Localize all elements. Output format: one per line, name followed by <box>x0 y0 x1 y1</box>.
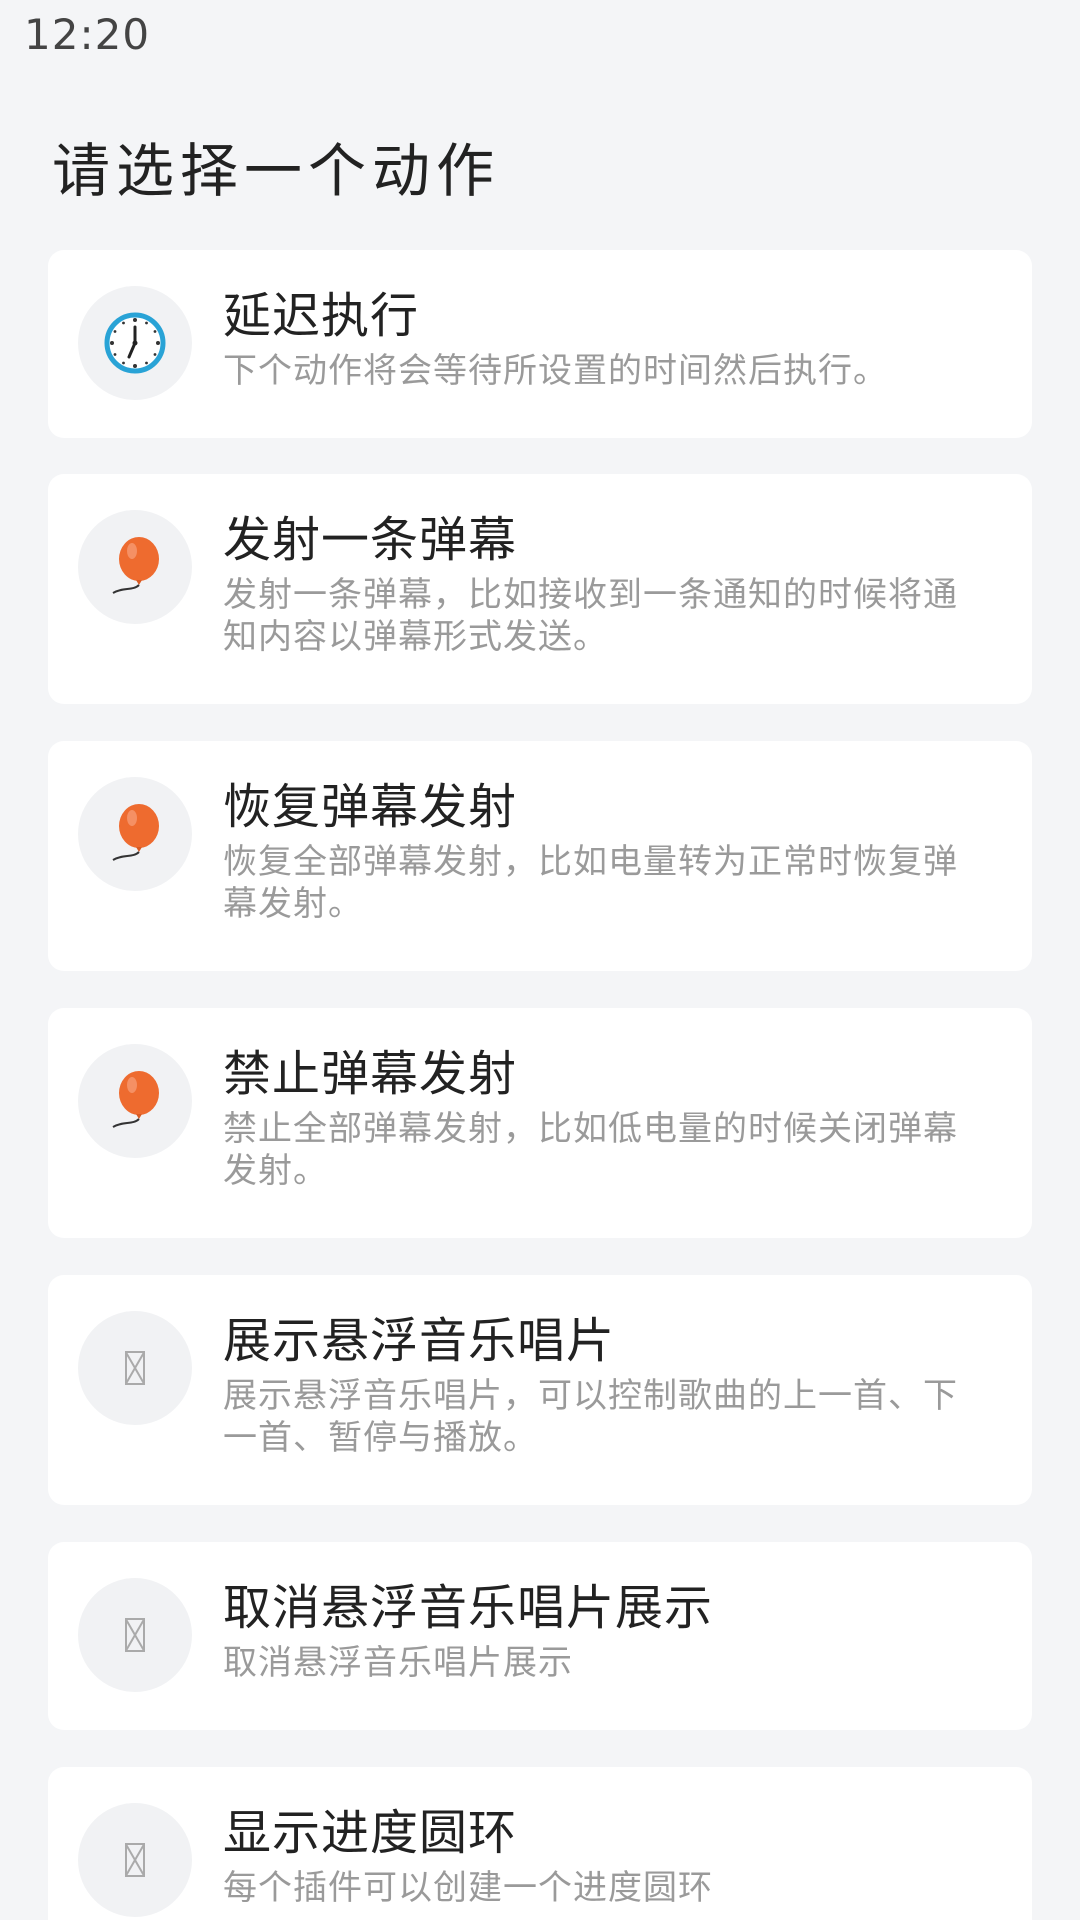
action-description: 展示悬浮音乐唱片，可以控制歌曲的上一首、下一首、暂停与播放。 <box>223 1376 958 1458</box>
action-title: 取消悬浮音乐唱片展示 <box>223 1580 714 1636</box>
clock-icon <box>78 286 192 400</box>
action-card-progress-ring[interactable]: 显示进度圆环 每个插件可以创建一个进度圆环 <box>48 1767 1032 1920</box>
action-description: 下个动作将会等待所设置的时间然后执行。 <box>223 351 888 391</box>
action-card-show-music-record[interactable]: 展示悬浮音乐唱片 展示悬浮音乐唱片，可以控制歌曲的上一首、下一首、暂停与播放。 <box>48 1275 1032 1505</box>
page-title: 请选择一个动作 <box>52 137 501 205</box>
balloon-icon <box>78 1044 192 1158</box>
action-title: 显示进度圆环 <box>223 1805 518 1861</box>
status-bar: 12:20 <box>0 0 1080 72</box>
action-card-resume-danmaku[interactable]: 恢复弹幕发射 恢复全部弹幕发射，比如电量转为正常时恢复弹幕发射。 <box>48 741 1032 971</box>
action-description: 发射一条弹幕，比如接收到一条通知的时候将通知内容以弹幕形式发送。 <box>223 575 958 657</box>
action-card-disable-danmaku[interactable]: 禁止弹幕发射 禁止全部弹幕发射，比如低电量的时候关闭弹幕发射。 <box>48 1008 1032 1238</box>
missing-glyph-icon <box>78 1311 192 1425</box>
action-description: 取消悬浮音乐唱片展示 <box>223 1643 573 1683</box>
action-card-send-danmaku[interactable]: 发射一条弹幕 发射一条弹幕，比如接收到一条通知的时候将通知内容以弹幕形式发送。 <box>48 474 1032 704</box>
action-card-cancel-music-record[interactable]: 取消悬浮音乐唱片展示 取消悬浮音乐唱片展示 <box>48 1542 1032 1730</box>
missing-glyph-icon <box>78 1803 192 1917</box>
action-title: 禁止弹幕发射 <box>223 1046 518 1102</box>
missing-glyph-icon <box>78 1578 192 1692</box>
status-time: 12:20 <box>24 10 151 59</box>
action-title: 恢复弹幕发射 <box>223 779 518 835</box>
balloon-icon <box>78 777 192 891</box>
action-description: 禁止全部弹幕发射，比如低电量的时候关闭弹幕发射。 <box>223 1109 958 1191</box>
action-description: 恢复全部弹幕发射，比如电量转为正常时恢复弹幕发射。 <box>223 842 958 924</box>
action-title: 延迟执行 <box>223 288 420 344</box>
action-title: 展示悬浮音乐唱片 <box>223 1313 616 1369</box>
action-description: 每个插件可以创建一个进度圆环 <box>223 1868 713 1908</box>
action-card-delay[interactable]: 延迟执行 下个动作将会等待所设置的时间然后执行。 <box>48 250 1032 438</box>
balloon-icon <box>78 510 192 624</box>
action-title: 发射一条弹幕 <box>223 512 518 568</box>
